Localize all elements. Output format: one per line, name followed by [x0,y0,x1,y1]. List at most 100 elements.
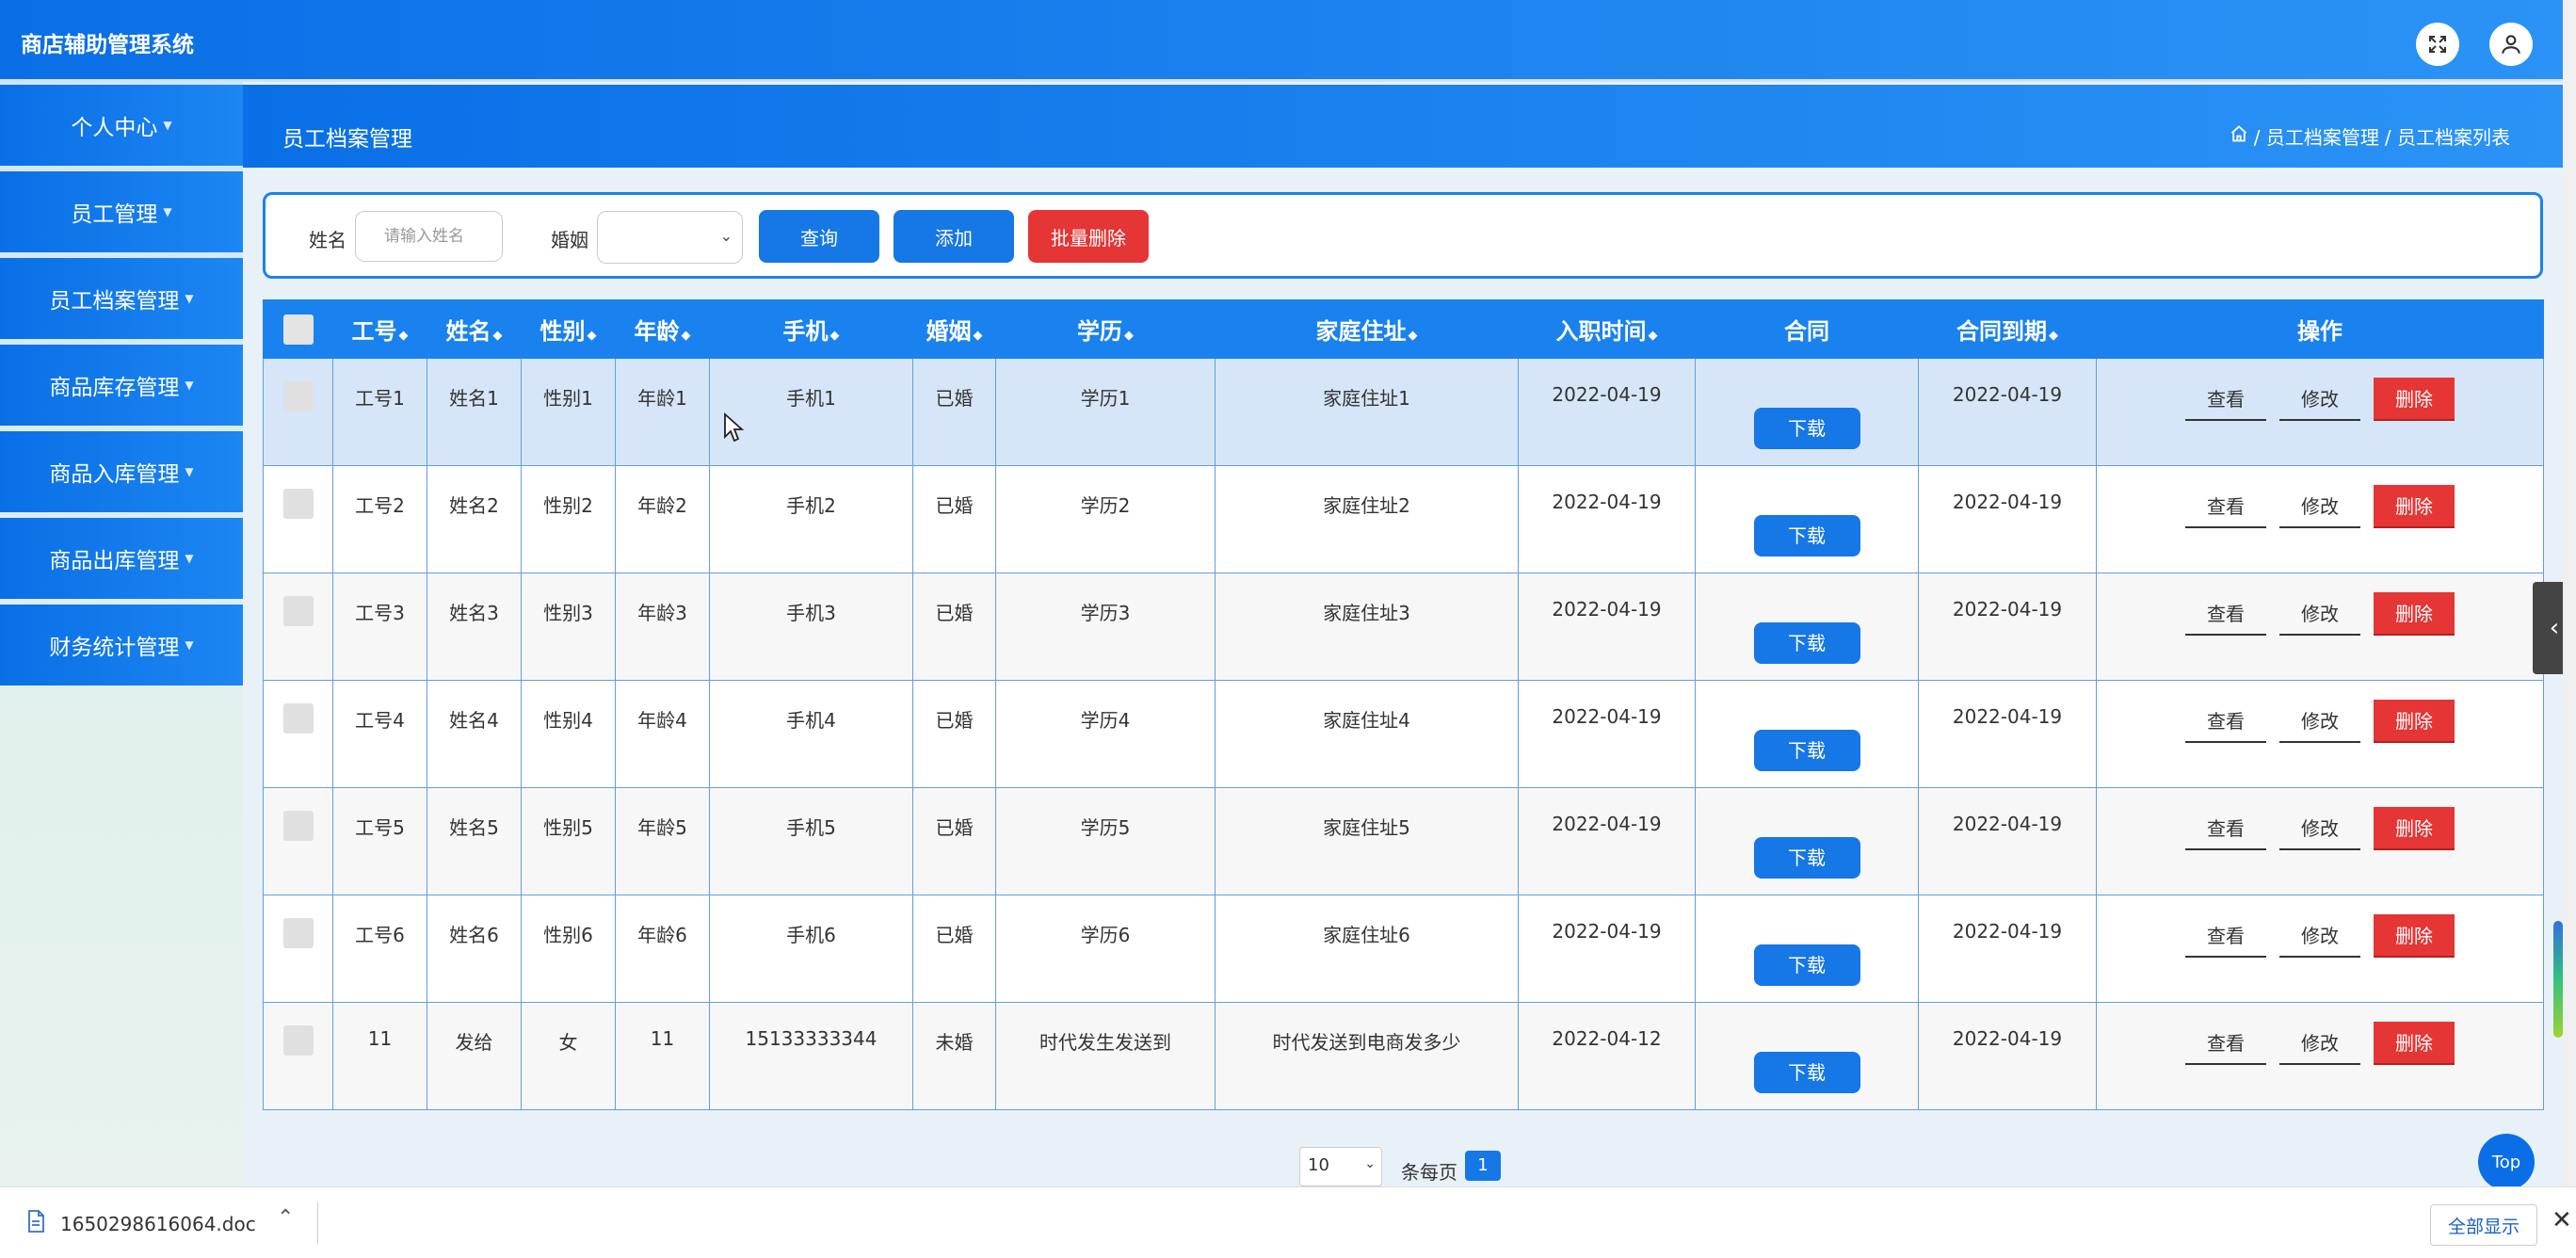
column-header[interactable]: 婚姻 ◆ [912,299,996,359]
view-button[interactable]: 查看 [2185,1022,2266,1065]
back-to-top-button[interactable]: Top [2478,1134,2535,1190]
row-select-cell [263,680,333,788]
row-checkbox[interactable] [282,489,314,519]
delete-button[interactable]: 删除 [2374,914,2455,958]
download-contract-button[interactable]: 下载 [1753,730,1860,771]
page-number-button[interactable]: 1 [1465,1151,1501,1181]
column-header[interactable]: 合同到期 ◆ [1918,299,2097,359]
cell-actions: 查看 修改 删除 [2096,787,2544,895]
column-header[interactable]: 手机 ◆ [709,299,913,359]
employee-archive-table: 工号 ◆ 姓名 ◆ 性别 ◆ 年龄 ◆ 手机 ◆ 婚姻 ◆ 学历 ◆ 家庭住址 ◆ 入职时间 ◆ … [263,299,2544,1110]
delete-button[interactable]: 删除 [2374,700,2455,743]
column-header[interactable]: 入职时间 ◆ [1518,299,1696,359]
cell-phone: 手机4 [709,680,913,788]
cell-education: 学历5 [995,787,1216,895]
sidebar-item-stock-out[interactable]: 商品出库管理 ▼ [0,518,243,599]
column-header[interactable]: 家庭住址 ◆ [1215,299,1519,359]
sort-icon: ◆ [1408,329,1418,343]
cell-marriage: 已婚 [912,895,996,1003]
download-item[interactable]: 1650298616064.doc [26,1210,256,1237]
per-page-label: 条每页 [1401,1161,1457,1184]
download-filename: 1650298616064.doc [60,1212,256,1235]
page-size-select[interactable]: 10 ⌄ [1299,1147,1382,1186]
add-button[interactable]: 添加 [894,210,1014,263]
cell-id: 工号1 [332,358,427,466]
download-contract-button[interactable]: 下载 [1753,622,1860,664]
close-icon[interactable]: ✕ [2552,1206,2572,1234]
cell-address: 家庭住址3 [1215,573,1519,681]
home-icon[interactable] [2230,124,2248,148]
download-contract-button[interactable]: 下载 [1753,944,1860,986]
view-button[interactable]: 查看 [2185,378,2266,421]
scrollbar-thumb[interactable] [2553,921,2563,1038]
column-header[interactable]: 姓名 ◆ [427,299,522,359]
download-contract-button[interactable]: 下载 [1753,1052,1860,1093]
cell-contract-end: 2022-04-19 [1918,358,2097,466]
sidebar-item-personal-center[interactable]: 个人中心 ▼ [0,85,243,166]
column-header[interactable]: 学历 ◆ [995,299,1216,359]
breadcrumb-item[interactable]: / 员工档案管理 [2254,122,2379,150]
download-contract-button[interactable]: 下载 [1753,837,1860,879]
row-checkbox[interactable] [282,381,314,411]
delete-button[interactable]: 删除 [2374,485,2455,528]
fullscreen-icon[interactable] [2416,23,2459,66]
table-row: 工号1 姓名1 性别1 年龄1 手机1 已婚 学历1 家庭住址1 2022-04-19 下载 202… [263,358,2544,466]
batch-delete-button[interactable]: 批量删除 [1028,210,1149,263]
sort-icon: ◆ [2049,329,2058,343]
row-select-cell [263,787,333,895]
column-header[interactable]: 年龄 ◆ [615,299,710,359]
breadcrumb: / 员工档案管理 / 员工档案列表 [2230,122,2510,150]
row-checkbox[interactable] [282,1025,314,1056]
name-search-input[interactable] [355,211,503,262]
sidebar: 个人中心 ▼ 员工管理 ▼ 员工档案管理 ▼ 商品库存管理 ▼ 商品入库管理 ▼ 商品出库… [0,82,243,1186]
sidebar-item-employee-archive[interactable]: 员工档案管理 ▼ [0,258,243,339]
edit-button[interactable]: 修改 [2279,700,2360,743]
sidebar-item-stock-in[interactable]: 商品入库管理 ▼ [0,431,243,512]
view-button[interactable]: 查看 [2185,592,2266,636]
delete-button[interactable]: 删除 [2374,1022,2455,1065]
delete-button[interactable]: 删除 [2374,592,2455,636]
cell-contract-end: 2022-04-19 [1918,1002,2097,1110]
marriage-select[interactable]: ⌄ [597,211,743,264]
chevron-up-icon[interactable]: ⌃ [277,1206,294,1230]
cell-phone: 手机6 [709,895,913,1003]
show-all-button[interactable]: 全部显示 [2430,1204,2537,1246]
scrollbar-track[interactable] [2563,0,2576,1186]
cell-contract-end: 2022-04-19 [1918,787,2097,895]
column-header[interactable]: 工号 ◆ [332,299,427,359]
edit-button[interactable]: 修改 [2279,914,2360,958]
edit-button[interactable]: 修改 [2279,378,2360,421]
delete-button[interactable]: 删除 [2374,378,2455,421]
view-button[interactable]: 查看 [2185,914,2266,958]
edit-button[interactable]: 修改 [2279,592,2360,636]
select-all-checkbox[interactable] [282,314,314,345]
cell-phone: 15133333344 [709,1002,913,1110]
view-button[interactable]: 查看 [2185,700,2266,743]
view-button[interactable]: 查看 [2185,485,2266,528]
download-contract-button[interactable]: 下载 [1753,408,1860,449]
delete-button[interactable]: 删除 [2374,807,2455,850]
row-checkbox[interactable] [282,811,314,841]
edit-button[interactable]: 修改 [2279,1022,2360,1065]
sidebar-item-employee[interactable]: 员工管理 ▼ [0,171,243,252]
sidebar-item-label: 个人中心 [71,116,158,140]
sidebar-item-label: 商品库存管理 [49,376,180,400]
cell-education: 学历4 [995,680,1216,788]
row-checkbox[interactable] [282,703,314,734]
edit-button[interactable]: 修改 [2279,807,2360,850]
query-button[interactable]: 查询 [759,210,879,263]
column-header[interactable]: 性别 ◆ [521,299,616,359]
download-contract-button[interactable]: 下载 [1753,515,1860,556]
user-icon[interactable] [2489,23,2533,66]
sidebar-item-inventory[interactable]: 商品库存管理 ▼ [0,345,243,426]
chevron-down-icon: ⌄ [719,227,733,245]
edit-button[interactable]: 修改 [2279,485,2360,528]
view-button[interactable]: 查看 [2185,807,2266,850]
cell-contract-end: 2022-04-19 [1918,573,2097,681]
row-checkbox[interactable] [282,596,314,626]
page-size-value: 10 [1308,1155,1329,1175]
sidebar-item-finance[interactable]: 财务统计管理 ▼ [0,605,243,685]
marriage-label: 婚姻 [551,229,588,251]
cell-age: 年龄5 [615,787,710,895]
row-checkbox[interactable] [282,918,314,948]
